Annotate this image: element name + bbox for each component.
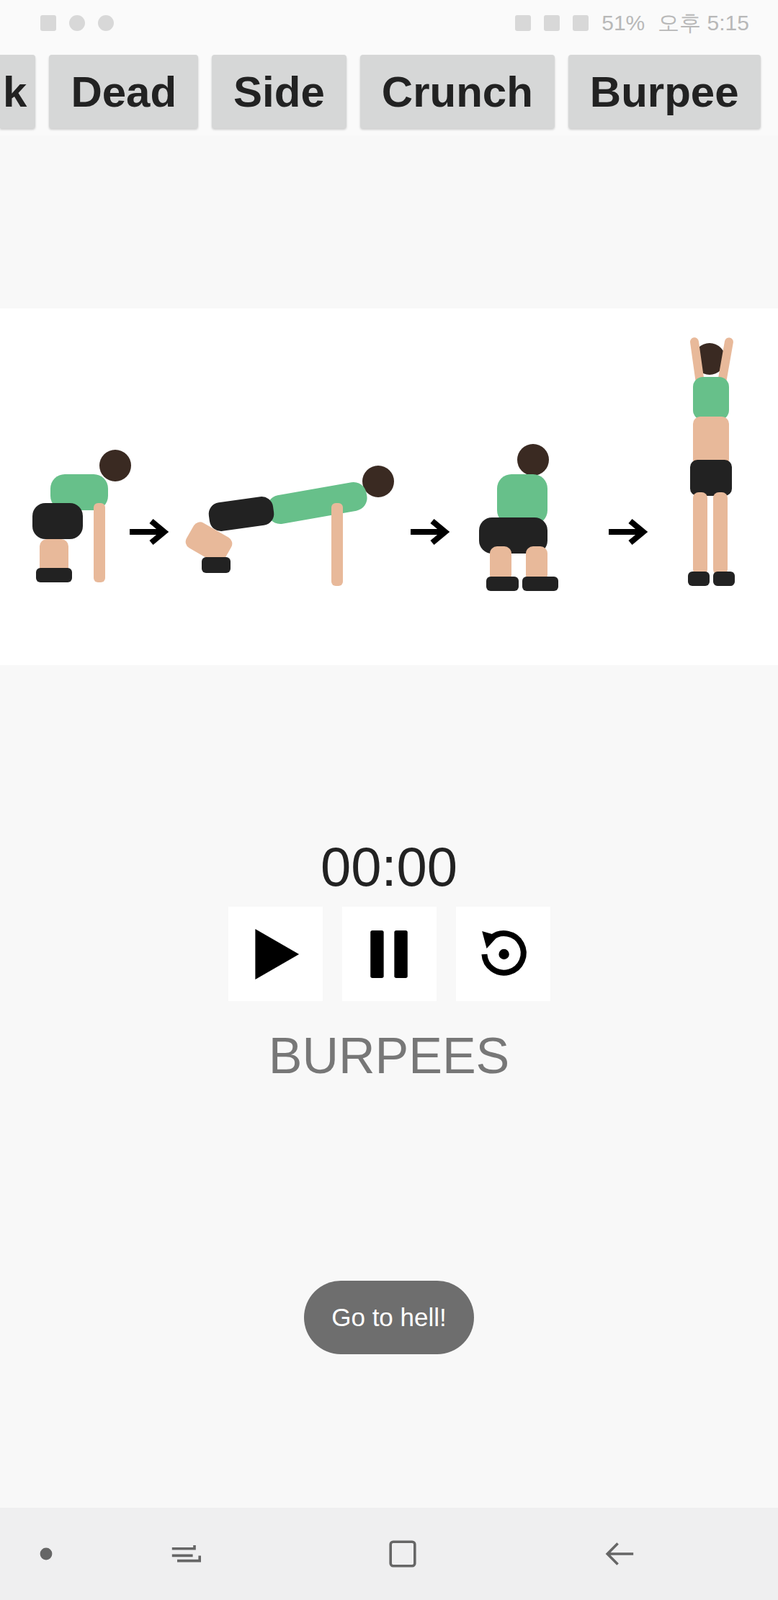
play-icon <box>242 920 309 987</box>
signal-icon <box>572 15 589 31</box>
replay-icon <box>474 924 532 983</box>
notification-icon <box>69 15 86 31</box>
exercise-tab[interactable]: Burpee <box>568 54 761 129</box>
mute-icon <box>515 15 531 31</box>
exercise-image <box>0 308 778 665</box>
battery-level: 51% <box>601 10 645 36</box>
exercise-tab[interactable]: Side <box>211 54 347 129</box>
alarm-icon <box>543 15 560 31</box>
clock: 오후 5:15 <box>657 8 750 39</box>
notification-icon <box>97 15 114 31</box>
timer: 00:00 <box>0 834 778 898</box>
exercise-tab[interactable]: Dead <box>48 54 199 129</box>
exercise-tabs: kDeadSideCrunchBurpee <box>0 46 778 136</box>
recent-apps-button[interactable] <box>77 1535 295 1571</box>
timer-controls <box>0 906 778 1001</box>
nav-dot-button[interactable] <box>28 1535 78 1571</box>
recent-apps-icon <box>168 1535 204 1571</box>
status-bar: 51% 오후 5:15 <box>0 0 778 47</box>
exercise-name: BURPEES <box>0 1025 778 1086</box>
home-icon <box>385 1535 420 1571</box>
exercise-tab[interactable]: Crunch <box>360 54 555 129</box>
dot-icon <box>28 1535 64 1571</box>
exercise-tab[interactable]: k <box>0 54 36 129</box>
navigation-bar <box>0 1507 778 1600</box>
pause-icon <box>355 920 423 987</box>
home-button[interactable] <box>294 1535 512 1571</box>
notification-icon <box>40 15 57 31</box>
reset-button[interactable] <box>455 906 551 1001</box>
burpee-steps-icon <box>0 308 778 665</box>
play-button[interactable] <box>228 906 323 1001</box>
pause-button[interactable] <box>342 906 437 1001</box>
screen: 51% 오후 5:15 kDeadSideCrunchBurpee 00:00 BURP… <box>0 0 778 1600</box>
back-icon <box>602 1535 637 1571</box>
toast: Go to hell! <box>303 1280 475 1354</box>
back-button[interactable] <box>510 1535 728 1571</box>
